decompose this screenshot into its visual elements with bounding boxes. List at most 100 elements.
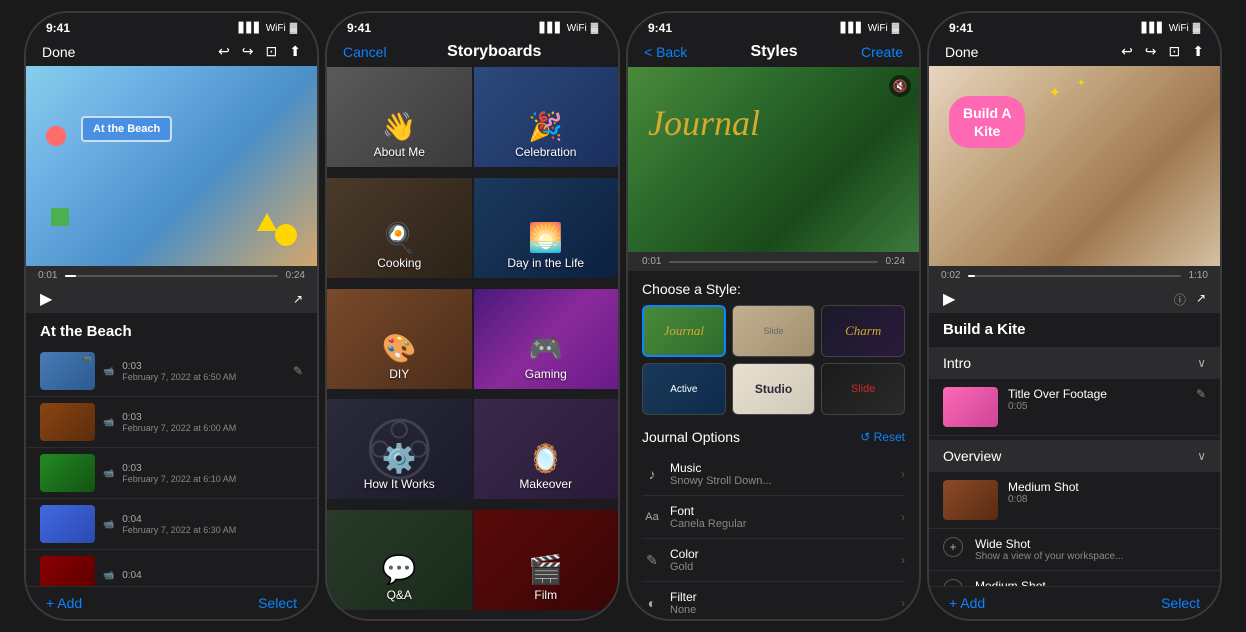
play-button-1[interactable]: ▶ <box>40 289 52 309</box>
share-icon-4[interactable]: ⬆ <box>1192 43 1204 60</box>
add-button-1[interactable]: + Add <box>46 595 82 611</box>
option-color[interactable]: ✎ Color Gold › <box>642 539 905 582</box>
chevron-filter: › <box>901 596 905 610</box>
wifi-icon-4: WiFi <box>1169 23 1189 34</box>
clip-item-1-3[interactable]: 📹 0:04 February 7, 2022 at 6:30 AM <box>26 499 317 550</box>
option-value-font: Canela Regular <box>670 518 893 530</box>
overview-item-ov-1[interactable]: + Wide Shot Show a view of your workspac… <box>929 529 1220 571</box>
doodle-triangle <box>257 213 277 231</box>
add-button-4[interactable]: + Add <box>949 595 985 611</box>
info-icon-4[interactable]: ⓘ <box>1174 291 1186 308</box>
storyboard-qa[interactable]: 💬 Q&A <box>327 510 472 610</box>
overview-info-intro-0: Title Over Footage 0:05 <box>1008 387 1186 412</box>
done-button-4[interactable]: Done <box>945 44 978 60</box>
clip-duration-1-0: 0:03 <box>122 361 285 372</box>
option-filter[interactable]: ◐ Filter None › <box>642 582 905 619</box>
video-preview-1: At the Beach <box>26 66 317 266</box>
status-icons-3: ▋▋▋ WiFi ▓ <box>841 23 899 34</box>
overview-item-ov-2[interactable]: + Medium Shot What makes this project sp… <box>929 571 1220 586</box>
option-name-filter: Filter <box>670 590 893 604</box>
storyboard-diy[interactable]: 🎨 DIY <box>327 289 472 389</box>
intro-title: Intro <box>943 355 971 371</box>
project-title-row: Build a Kite <box>929 313 1220 347</box>
celebration-icon: 🎉 <box>528 110 563 143</box>
storyboard-film[interactable]: 🎬 Film <box>474 510 619 610</box>
clip-item-1-0[interactable]: 📹 📹 0:03 February 7, 2022 at 6:50 AM ✎ <box>26 346 317 397</box>
style-studio[interactable]: Studio <box>732 363 816 415</box>
gaming-icon: 🎮 <box>528 332 563 365</box>
timeline-bar-4[interactable] <box>968 275 1180 277</box>
clip-item-1-2[interactable]: 📹 0:03 February 7, 2022 at 6:10 AM <box>26 448 317 499</box>
option-value-music: Snowy Stroll Down... <box>670 475 893 487</box>
undo-icon-4[interactable]: ↩ <box>1121 43 1133 60</box>
add-shot-icon-1: + <box>943 537 963 557</box>
storyboard-about-me[interactable]: 👋 About Me <box>327 67 472 167</box>
time-end-4: 1:10 <box>1189 270 1208 281</box>
fullscreen-button-4[interactable]: ↗ <box>1196 291 1206 308</box>
crop-icon[interactable]: ⊡ <box>266 43 278 60</box>
clip-thumb-1-0: 📹 <box>40 352 95 390</box>
storyboard-celebration[interactable]: 🎉 Celebration <box>474 67 619 167</box>
status-time-3: 9:41 <box>648 21 672 35</box>
how-it-works-icon: ⚙️ <box>382 442 417 475</box>
wifi-icon: WiFi <box>266 23 286 34</box>
clip-thumb-1-2 <box>40 454 95 492</box>
chevron-color: › <box>901 553 905 567</box>
clip-info-1-1: 0:03 February 7, 2022 at 6:00 AM <box>122 412 303 433</box>
style-slide2[interactable]: Slide <box>821 363 905 415</box>
clip-item-1-1[interactable]: 📹 0:03 February 7, 2022 at 6:00 AM <box>26 397 317 448</box>
option-name-font: Font <box>670 504 893 518</box>
option-music[interactable]: ♪ Music Snowy Stroll Down... › <box>642 453 905 496</box>
option-value-color: Gold <box>670 561 893 573</box>
share-icon[interactable]: ⬆ <box>289 43 301 60</box>
slide-style-text: Slide <box>763 326 783 336</box>
clip-duration-1-3: 0:04 <box>122 514 303 525</box>
group-header-intro[interactable]: Intro ∨ <box>929 347 1220 379</box>
style-active[interactable]: Active <box>642 363 726 415</box>
done-button-1[interactable]: Done <box>42 44 75 60</box>
doodle-yellow-circle <box>275 224 297 246</box>
slide2-style-text: Slide <box>851 383 875 395</box>
clip-item-1-4[interactable]: 📹 0:04 <box>26 550 317 586</box>
timeline-progress-1 <box>65 275 76 277</box>
storyboard-day-in-life[interactable]: 🌅 Day in the Life <box>474 178 619 278</box>
fullscreen-button-1[interactable]: ↗ <box>293 292 303 306</box>
back-button[interactable]: < Back <box>644 44 687 60</box>
style-charm[interactable]: Charm <box>821 305 905 357</box>
crop-icon-4[interactable]: ⊡ <box>1169 43 1181 60</box>
redo-icon-4[interactable]: ↪ <box>1145 43 1157 60</box>
timeline-3[interactable] <box>669 261 877 263</box>
select-button-1[interactable]: Select <box>258 595 297 611</box>
storyboard-cooking[interactable]: 🍳 Cooking <box>327 178 472 278</box>
storyboard-gaming[interactable]: 🎮 Gaming <box>474 289 619 389</box>
storyboard-makeover[interactable]: 🪞 Makeover <box>474 399 619 499</box>
overview-info-ov-0: Medium Shot 0:08 <box>1008 480 1206 505</box>
option-value-filter: None <box>670 604 893 616</box>
mute-icon[interactable]: 🔇 <box>889 75 911 97</box>
star-decoration-2: ✦ <box>1077 78 1085 89</box>
nav-bar-3: < Back Styles Create <box>628 39 919 67</box>
option-font[interactable]: Aa Font Canela Regular › <box>642 496 905 539</box>
edit-icon-1-0[interactable]: ✎ <box>293 364 303 378</box>
edit-icon-intro-0[interactable]: ✎ <box>1196 387 1206 401</box>
overview-info-ov-2: Medium Shot What makes this project spec… <box>975 579 1206 586</box>
group-header-overview[interactable]: Overview ∨ <box>929 440 1220 472</box>
time-start-1: 0:01 <box>38 270 57 281</box>
play-button-4[interactable]: ▶ <box>943 289 955 309</box>
select-button-4[interactable]: Select <box>1161 595 1200 611</box>
storyboard-how-it-works[interactable]: ⚙️ How It Works <box>327 399 472 499</box>
style-slide[interactable]: Slide <box>732 305 816 357</box>
phones-container: 9:41 ▋▋▋ WiFi ▓ Done ↩ ↪ ⊡ ⬆ At the Beac… <box>14 1 1232 631</box>
reset-button[interactable]: ↺ Reset <box>860 430 905 444</box>
style-journal[interactable]: Journal <box>642 305 726 357</box>
undo-icon[interactable]: ↩ <box>218 43 230 60</box>
redo-icon[interactable]: ↪ <box>242 43 254 60</box>
cancel-button[interactable]: Cancel <box>343 44 387 60</box>
overview-item-intro-0[interactable]: Title Over Footage 0:05 ✎ <box>929 379 1220 436</box>
video-controls-3: 0:01 0:24 <box>628 252 919 271</box>
battery-icon-3: ▓ <box>892 23 899 34</box>
overview-item-ov-0[interactable]: Medium Shot 0:08 <box>929 472 1220 529</box>
timeline-bar-1[interactable] <box>65 275 277 277</box>
create-button[interactable]: Create <box>861 44 903 60</box>
signal-icon-3: ▋▋▋ <box>841 23 864 34</box>
